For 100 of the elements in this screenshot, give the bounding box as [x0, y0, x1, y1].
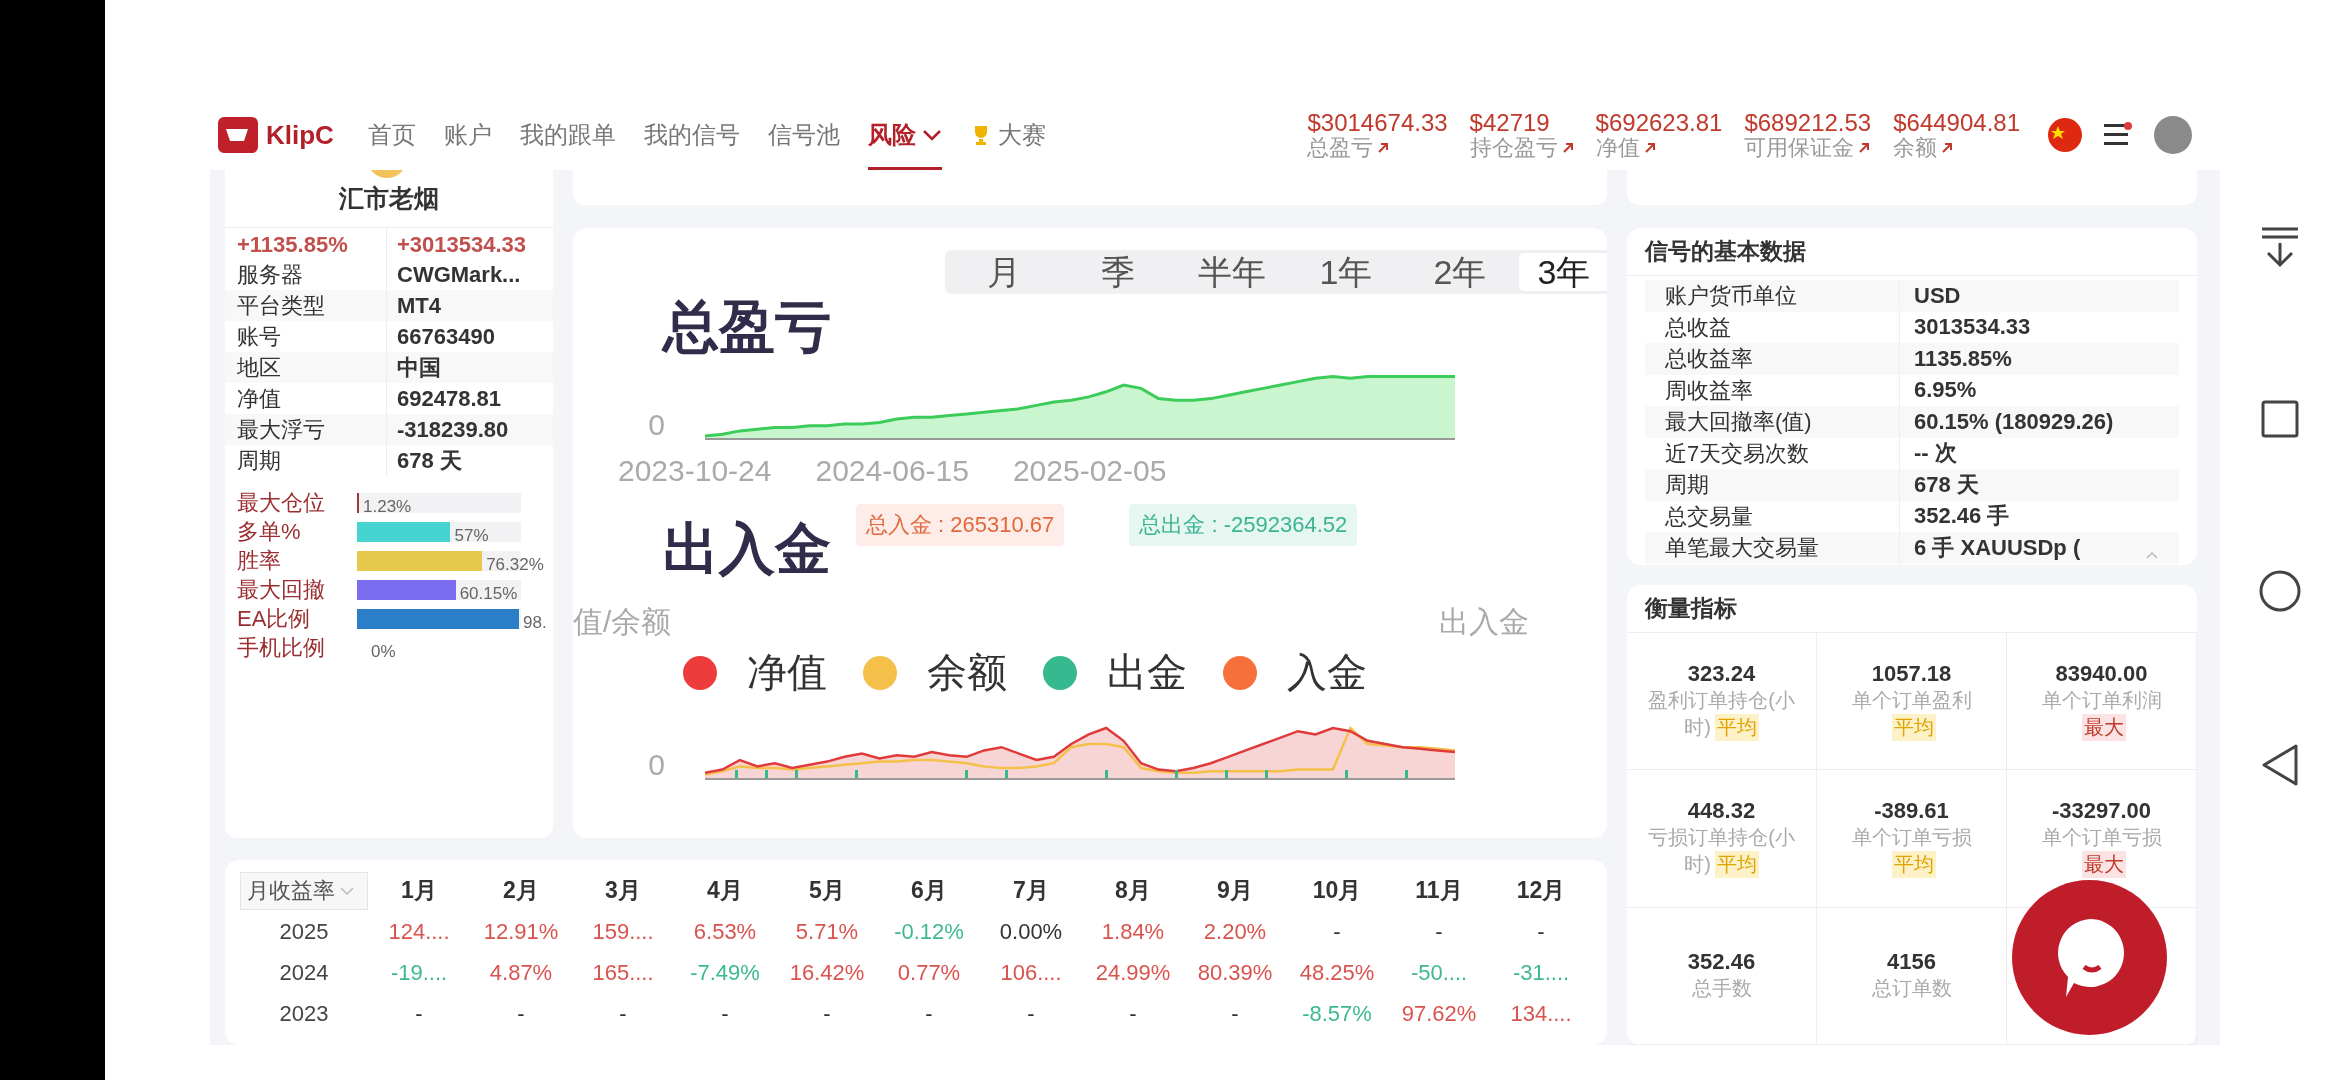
return-cell-text: 134.... [1509, 1000, 1573, 1027]
return-cell-text: 0.00% [998, 918, 1064, 945]
metric-label: 单个订单利润 最大 [2021, 687, 2182, 742]
info-value: USD [1913, 282, 1962, 309]
column-header: 1月 [400, 876, 438, 905]
caret-up-icon [2145, 550, 2159, 560]
bar-reading: 98. [523, 613, 547, 633]
metric-label: 总订单数 [1871, 976, 1952, 1002]
axis-tick-label: 0 [647, 750, 665, 780]
return-cell-text: - [618, 1000, 628, 1027]
stat-value: $42719 [1469, 109, 1551, 137]
column-header: 9月 [1216, 876, 1254, 905]
stat-value: $692623.81 [1595, 109, 1723, 137]
nav-tab[interactable]: 我的信号 [643, 100, 740, 170]
info-label: 近7天交易次数 [1645, 437, 1900, 469]
detail-value: 692478.81 [396, 385, 502, 412]
metric-value: -389.61 [1874, 798, 1949, 825]
metric-label: 单个订单亏损 平均 [1831, 824, 1992, 879]
stat-link[interactable]: 可用保证金 [1744, 136, 1872, 161]
year-cell-text: 2025 [278, 918, 330, 945]
year-cell-text: 2023 [278, 1000, 330, 1027]
detail-value: 66763490 [396, 323, 496, 350]
return-cell-text: - [924, 1000, 934, 1027]
circle-icon[interactable] [2258, 569, 2302, 613]
period-tab[interactable]: 月 [949, 253, 1059, 291]
return-cell-text: - [1536, 918, 1546, 945]
nav-tab[interactable]: 首页 [367, 100, 416, 170]
return-cell-text: - [1434, 918, 1444, 945]
return-cell-text: 24.99% [1094, 959, 1172, 986]
detail-label: 周期 [225, 445, 387, 476]
period-tab[interactable]: 3年 [1519, 253, 1607, 291]
return-cell-text: 2.20% [1202, 918, 1268, 945]
back-icon[interactable] [2260, 743, 2300, 787]
metric-badge: 平均 [1891, 714, 1936, 742]
bar-label: 最大仓位 [237, 489, 326, 517]
withdrawal-bar [795, 770, 798, 778]
period-tab[interactable]: 1年 [1291, 253, 1401, 291]
chart-title: 总盈亏 [663, 294, 832, 360]
stat-link[interactable]: 总盈亏 [1307, 136, 1448, 161]
detail-value: CWGMark... [396, 261, 522, 288]
period-dropdown[interactable]: 月收益率 [240, 871, 368, 910]
period-tab[interactable]: 2年 [1405, 253, 1515, 291]
return-cell-text: -50.... [1409, 959, 1469, 986]
detail-value: -318239.80 [396, 416, 510, 443]
nav-tab[interactable]: 我的跟单 [519, 100, 616, 170]
metric-badge: 最大 [2081, 851, 2126, 879]
return-cell-text: 6.53% [692, 918, 758, 945]
arrow-up-right-icon [1377, 142, 1390, 155]
return-cell-text: - [720, 1000, 730, 1027]
period-tab[interactable]: 季 [1063, 253, 1173, 291]
column-header: 7月 [1012, 876, 1050, 905]
metric-value: 323.24 [1687, 661, 1756, 688]
nav-tab[interactable]: 大赛 [969, 100, 1046, 170]
info-value: 352.46 手 [1913, 502, 2011, 531]
column-header: 11月 [1414, 876, 1464, 905]
stat-value: $689212.53 [1744, 109, 1872, 137]
stat-link[interactable]: 净值 [1595, 136, 1723, 161]
column-header: 12月 [1515, 876, 1567, 905]
bar-label: 多单% [237, 518, 302, 546]
bar-reading: 0% [371, 642, 396, 662]
metric-value: 4156 [1887, 949, 1936, 976]
gain-amount: +3013534.33 [396, 232, 528, 258]
flag-icon[interactable] [2048, 118, 2082, 152]
stat-link[interactable]: 持仓盈亏 [1469, 136, 1574, 161]
metric-label: 单个订单亏损 最大 [2021, 824, 2182, 879]
return-cell-text: 159.... [591, 918, 655, 945]
period-tab[interactable]: 半年 [1177, 253, 1287, 291]
stat-link[interactable]: 余额 [1893, 136, 2020, 161]
return-cell-text: 124.... [387, 918, 451, 945]
avatar[interactable] [2154, 116, 2192, 154]
return-cell-text: - [1026, 1000, 1036, 1027]
square-icon[interactable] [2260, 399, 2300, 439]
bar-reading: 76.32% [486, 555, 544, 575]
return-cell-text: -31.... [1511, 959, 1571, 986]
legend-label: 出金 [1107, 649, 1187, 696]
nav-tab[interactable]: 账户 [443, 100, 492, 170]
stat-value: $3014674.33 [1307, 109, 1448, 137]
info-label: 总收益 [1645, 311, 1900, 343]
nav-tab[interactable]: 信号池 [767, 100, 840, 170]
detail-value: 678 天 [396, 446, 463, 475]
column-header: 3月 [604, 876, 642, 905]
metric-label: 单个订单盈利 平均 [1831, 687, 1992, 742]
withdrawal-bar [1405, 770, 1408, 778]
logo-text: KlipC [266, 119, 334, 151]
info-value: 6 手 XAUUSDp ( [1913, 533, 2082, 562]
menu-icon[interactable] [2104, 122, 2132, 148]
return-cell-text: 12.91% [482, 918, 560, 945]
withdrawal-bar [1265, 770, 1268, 778]
return-cell-text: 106.... [999, 959, 1063, 986]
withdrawal-bar [1175, 770, 1178, 778]
info-label: 账户货币单位 [1645, 280, 1900, 312]
metric-badge: 平均 [1891, 851, 1936, 879]
column-header: 10月 [1311, 876, 1363, 905]
info-label: 周期 [1645, 469, 1900, 501]
return-cell-text: 0.77% [896, 959, 962, 986]
return-cell-text: 1.84% [1100, 918, 1166, 945]
metric-label: 亏损订单持仓(小时) 平均 [1641, 824, 1802, 879]
metric-badge: 最大 [2081, 714, 2126, 742]
arrow-up-right-icon [1858, 142, 1871, 155]
axis-date-label: 2024-06-15 [815, 454, 969, 488]
